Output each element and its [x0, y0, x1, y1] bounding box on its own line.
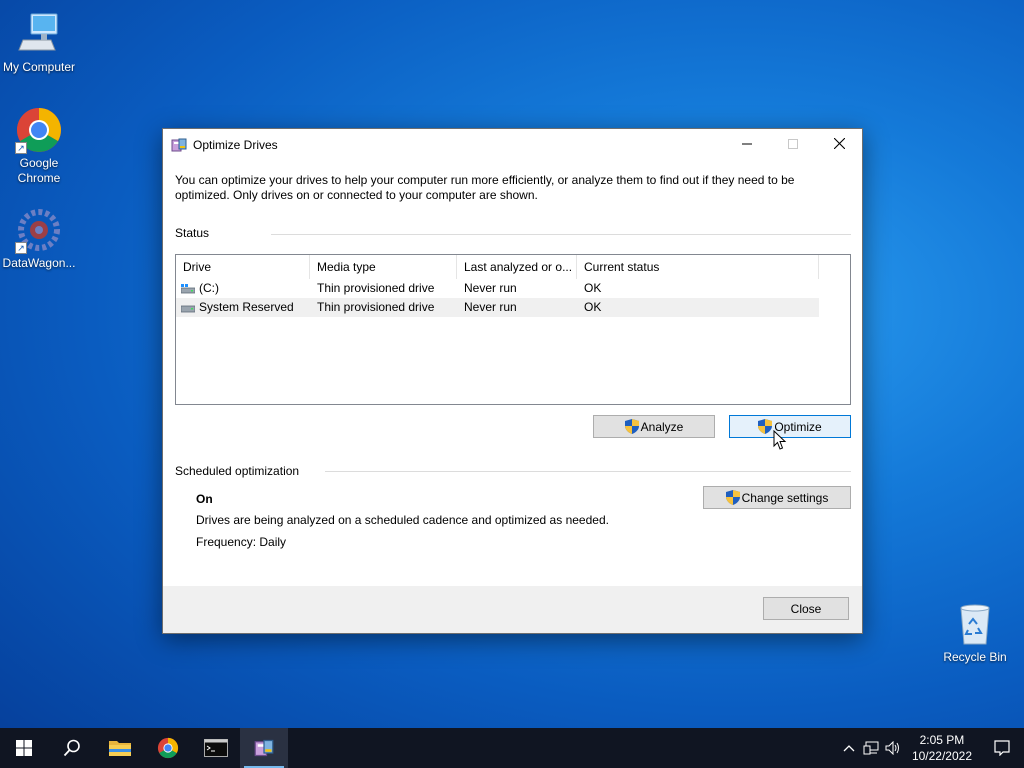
status-divider: [271, 234, 851, 235]
desktop-icon-label: My Computer: [2, 60, 76, 74]
column-header-current-status[interactable]: Current status: [577, 255, 819, 279]
last-analyzed-cell: Never run: [464, 281, 517, 295]
optimize-drives-app-icon: [171, 138, 187, 151]
schedule-frequency: Frequency: Daily: [196, 535, 287, 549]
media-type-cell: Thin provisioned drive: [317, 281, 435, 295]
drives-list-header: Drive Media type Last analyzed or o... C…: [176, 255, 850, 279]
uac-shield-icon: [624, 419, 639, 434]
clock-date: 10/22/2022: [911, 749, 972, 763]
chrome-icon: ↗: [15, 106, 63, 154]
close-label: Close: [790, 601, 822, 616]
close-window-button[interactable]: [816, 129, 862, 158]
search-button[interactable]: [48, 728, 96, 768]
schedule-state: On: [196, 492, 213, 506]
optimize-button[interactable]: Optimize: [729, 415, 851, 438]
current-status-cell: OK: [584, 300, 602, 314]
windows-logo-icon: [16, 740, 32, 756]
chrome-taskbar-button[interactable]: [144, 728, 192, 768]
taskbar: 2:05 PM 10/22/2022: [0, 728, 1024, 768]
action-center-button[interactable]: [980, 728, 1024, 768]
desktop-icon-my-computer[interactable]: My Computer: [0, 10, 78, 75]
volume-button[interactable]: [882, 728, 904, 768]
clock-time: 2:05 PM: [919, 733, 965, 747]
desktop-icon-label: Recycle Bin: [943, 650, 1007, 664]
maximize-icon: [788, 138, 798, 149]
title-bar[interactable]: Optimize Drives: [163, 129, 862, 160]
scheduled-group-label: Scheduled optimization: [175, 464, 300, 478]
chevron-up-icon: [843, 745, 855, 752]
file-explorer-taskbar-button[interactable]: [96, 728, 144, 768]
computer-icon: [15, 10, 63, 58]
column-header-last-analyzed[interactable]: Last analyzed or o...: [457, 255, 577, 279]
drive-row-c[interactable]: (C:) Thin provisioned drive Never run OK: [176, 279, 819, 298]
folder-icon: [109, 741, 131, 756]
drive-name: System Reserved: [199, 300, 294, 314]
start-button[interactable]: [0, 728, 48, 768]
notification-icon: [994, 740, 1010, 756]
intro-text: You can optimize your drives to help you…: [175, 173, 795, 202]
current-status-cell: OK: [584, 281, 602, 295]
search-icon: [63, 739, 80, 757]
desktop-icon-label: Google Chrome: [17, 156, 61, 185]
schedule-description: Drives are being analyzed on a scheduled…: [196, 513, 609, 527]
close-button[interactable]: Close: [763, 597, 849, 620]
desktop-icon-label: DataWagon...: [2, 256, 76, 270]
last-analyzed-cell: Never run: [464, 300, 517, 314]
datawagon-icon: ↗: [15, 206, 63, 254]
system-tray: 2:05 PM 10/22/2022: [838, 728, 1024, 768]
desktop-icon-google-chrome[interactable]: ↗ Google Chrome: [0, 106, 78, 186]
chrome-icon: [157, 737, 179, 759]
windows-drive-icon: [181, 283, 195, 294]
status-group-label: Status: [175, 226, 210, 240]
optimize-drives-window: Optimize Drives You can optimize your dr…: [162, 128, 863, 634]
column-header-media-type[interactable]: Media type: [310, 255, 457, 279]
maximize-button[interactable]: [770, 129, 816, 158]
drives-list[interactable]: Drive Media type Last analyzed or o... C…: [175, 254, 851, 405]
command-prompt-taskbar-button[interactable]: [192, 728, 240, 768]
change-settings-button[interactable]: Change settings: [703, 486, 851, 509]
shortcut-arrow-icon: ↗: [15, 242, 27, 254]
dialog-footer: Close: [163, 586, 862, 633]
media-type-cell: Thin provisioned drive: [317, 300, 435, 314]
window-title: Optimize Drives: [193, 137, 278, 152]
terminal-icon: [204, 739, 228, 757]
mouse-cursor-icon: [773, 430, 787, 450]
close-icon: [833, 138, 845, 149]
drive-icon: [181, 305, 195, 313]
optimize-drives-taskbar-button[interactable]: [240, 728, 288, 768]
optimize-drives-app-icon: [254, 739, 274, 757]
desktop-icon-recycle-bin[interactable]: Recycle Bin: [936, 600, 1014, 665]
uac-shield-icon: [725, 490, 740, 505]
uac-shield-icon: [758, 419, 773, 434]
shortcut-arrow-icon: ↗: [15, 142, 27, 154]
scheduled-divider: [325, 471, 851, 472]
analyze-label: Analyze: [640, 419, 684, 434]
minimize-button[interactable]: [724, 129, 770, 158]
clock[interactable]: 2:05 PM 10/22/2022: [904, 732, 980, 764]
change-settings-label: Change settings: [741, 490, 829, 505]
minimize-icon: [742, 143, 752, 144]
analyze-button[interactable]: Analyze: [593, 415, 715, 438]
recycle-bin-icon: [951, 600, 999, 648]
drive-row-system-reserved[interactable]: System Reserved Thin provisioned drive N…: [176, 298, 819, 317]
speaker-icon: [885, 741, 899, 755]
network-icon: [863, 741, 879, 755]
show-hidden-icons-button[interactable]: [838, 728, 860, 768]
column-header-drive[interactable]: Drive: [176, 255, 310, 279]
network-button[interactable]: [860, 728, 882, 768]
desktop-icon-datawagon[interactable]: ↗ DataWagon...: [0, 206, 78, 271]
drive-name: (C:): [199, 281, 219, 295]
